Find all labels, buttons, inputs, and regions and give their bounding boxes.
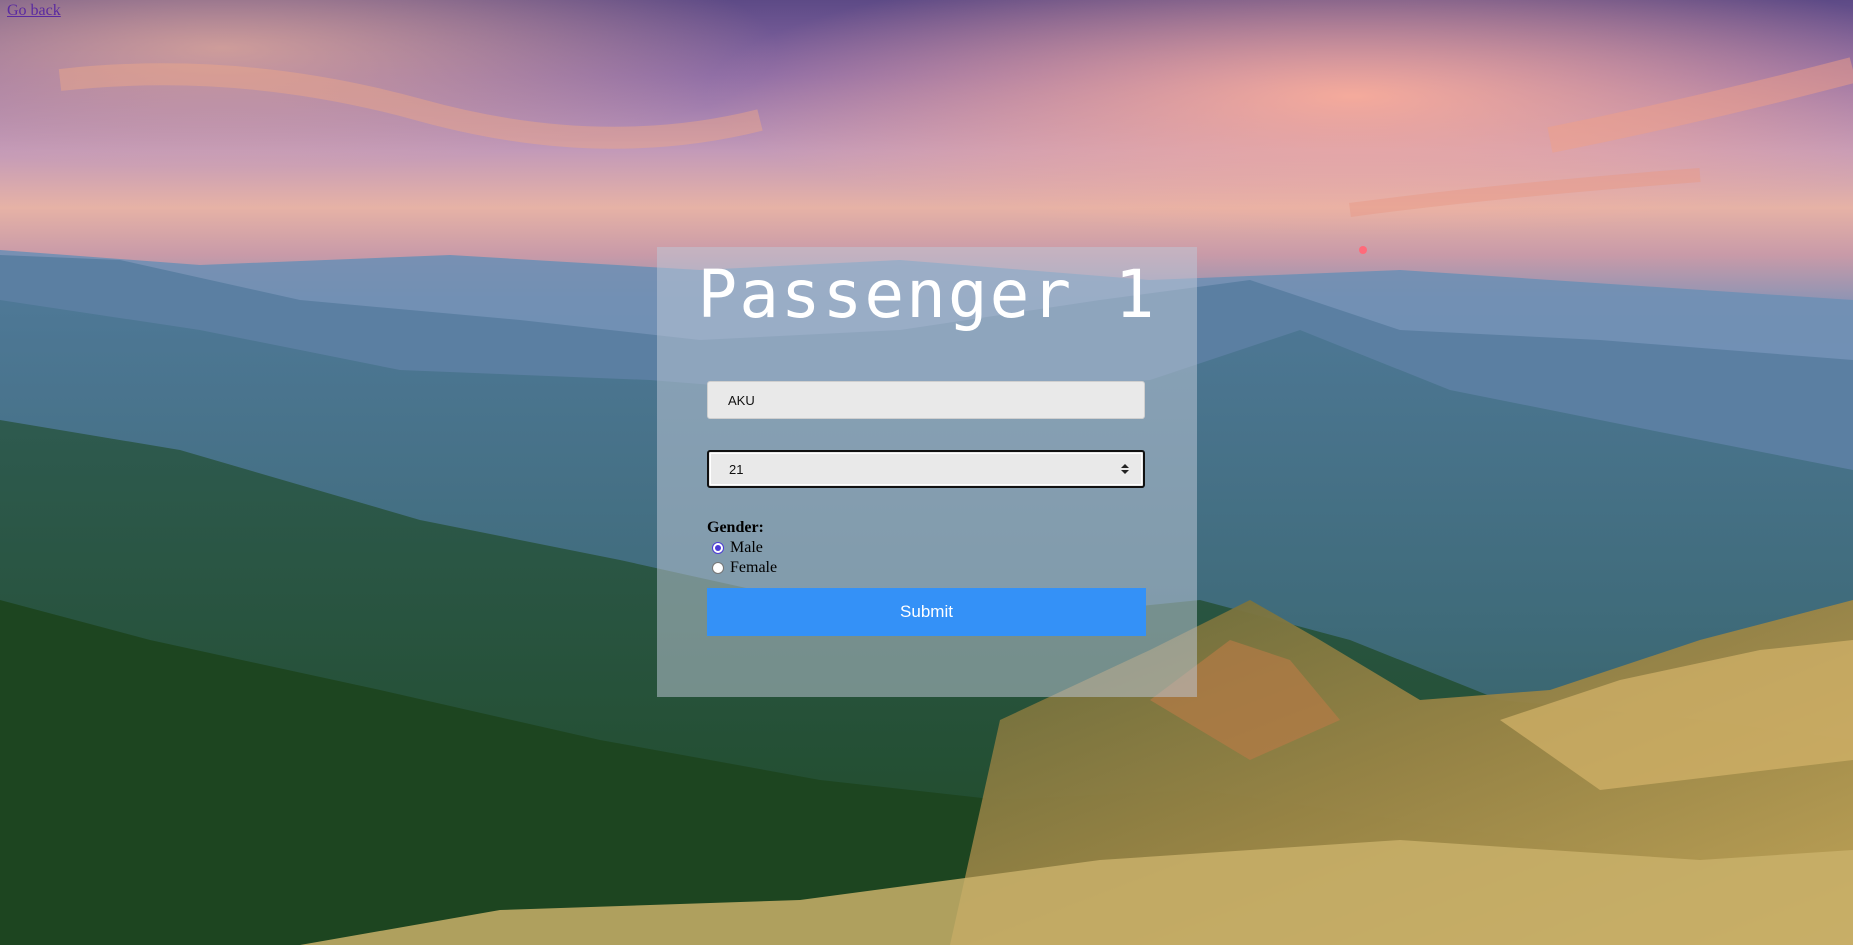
male-radio-label: Male xyxy=(730,539,763,556)
submit-button[interactable]: Submit xyxy=(707,588,1146,636)
spinner-up-icon[interactable] xyxy=(1121,464,1129,468)
gender-label: Gender: xyxy=(707,519,764,536)
male-radio[interactable] xyxy=(712,542,724,554)
age-input[interactable]: 21 xyxy=(707,450,1145,488)
passenger-form-card: Passenger 1 AKU 21 Gender: Male Female S… xyxy=(657,247,1197,697)
go-back-link[interactable]: Go back xyxy=(7,2,61,20)
gender-option-male[interactable]: Male xyxy=(707,538,777,558)
name-input[interactable]: AKU xyxy=(707,381,1145,419)
age-input-value: 21 xyxy=(729,461,744,477)
name-input-value: AKU xyxy=(728,392,755,408)
number-spinner-icon[interactable] xyxy=(1121,464,1129,474)
gender-option-female[interactable]: Female xyxy=(707,558,777,578)
gender-group: Gender: Male Female xyxy=(707,518,777,578)
female-radio-label: Female xyxy=(730,559,778,576)
female-radio[interactable] xyxy=(712,562,724,574)
form-title: Passenger 1 xyxy=(697,256,1157,333)
spinner-down-icon[interactable] xyxy=(1121,470,1129,474)
